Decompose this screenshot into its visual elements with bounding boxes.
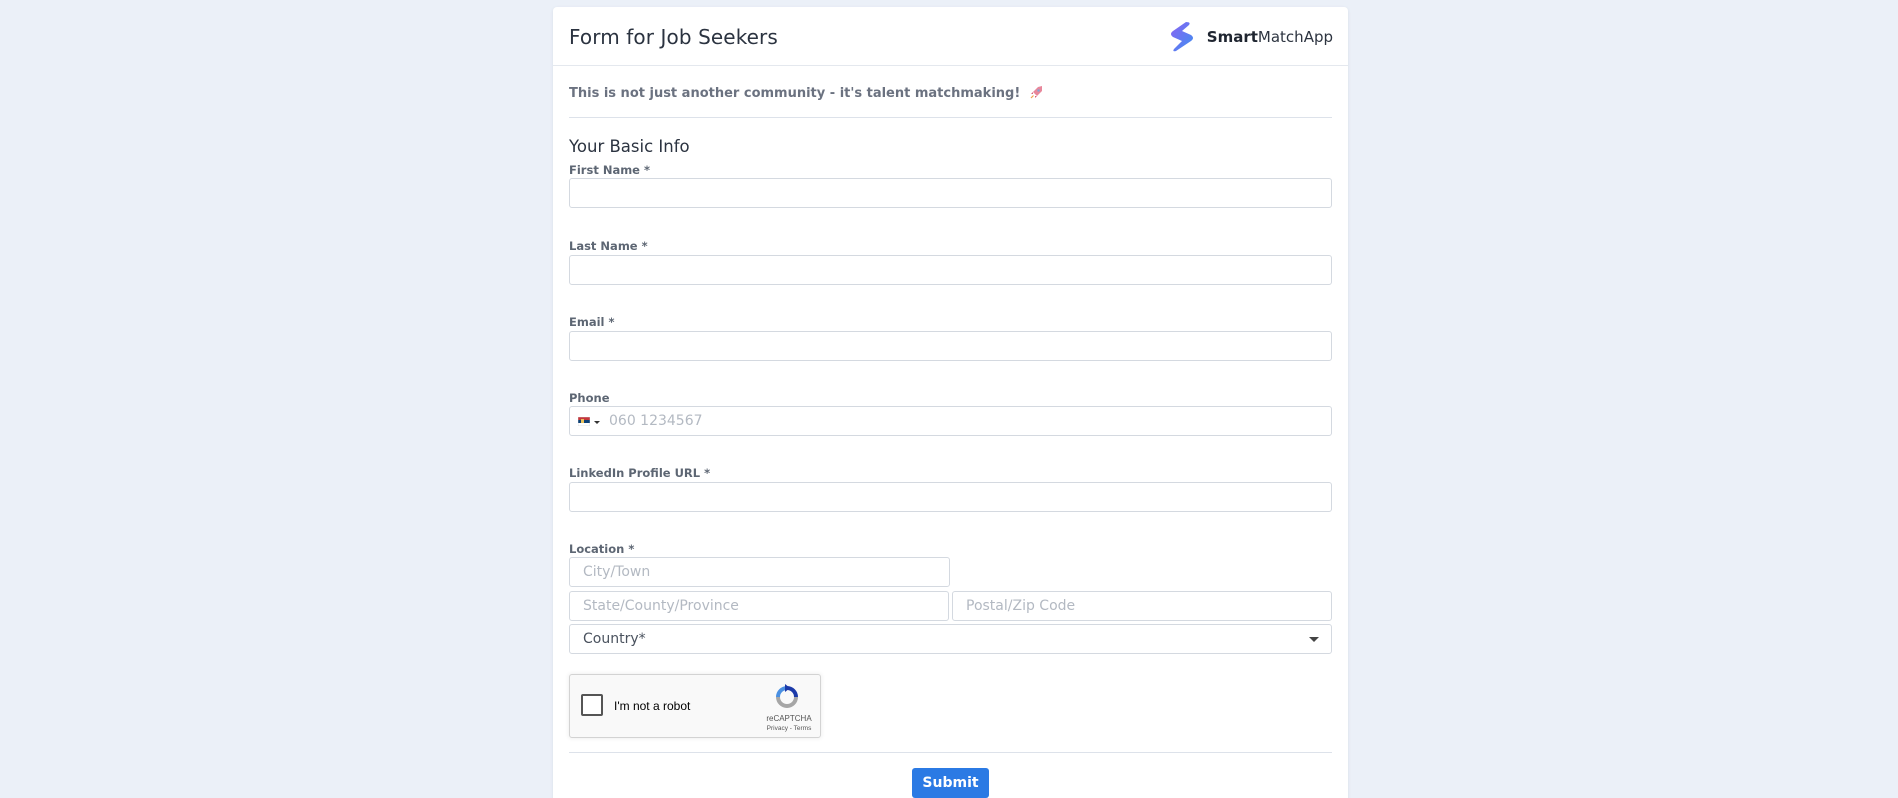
tagline-text: This is not just another community - it'…: [569, 86, 1025, 101]
brand-name: SmartMatchApp: [1207, 28, 1333, 46]
last-name-label-text: Last Name: [569, 239, 638, 253]
terms-link[interactable]: Terms: [794, 725, 812, 732]
privacy-link[interactable]: Privacy: [767, 725, 788, 732]
recaptcha-widget: I'm not a robot reCAPTCHA Privacy - Term…: [569, 674, 821, 738]
phone-label-text: Phone: [569, 391, 610, 405]
dropdown-caret-icon: [1309, 637, 1319, 642]
first-name-label-text: First Name: [569, 163, 640, 177]
phone-placeholder: 060 1234567: [609, 413, 703, 429]
email-label-text: Email: [569, 315, 605, 329]
email-input[interactable]: [569, 331, 1332, 361]
form-card: Form for Job Seekers SmartMatchApp This …: [553, 7, 1348, 798]
chevron-down-icon: [594, 421, 600, 424]
form-title: Form for Job Seekers: [569, 25, 778, 49]
brand: SmartMatchApp: [1164, 19, 1333, 55]
brand-name-bold: Smart: [1206, 28, 1258, 46]
country-code-dropdown[interactable]: [578, 416, 602, 428]
divider: [569, 752, 1332, 753]
postal-placeholder: Postal/Zip Code: [966, 598, 1076, 614]
recaptcha-icon: [776, 684, 798, 708]
required-marker: *: [644, 163, 651, 177]
phone-input[interactable]: 060 1234567: [569, 406, 1332, 436]
email-label: Email *: [569, 315, 615, 329]
required-marker: *: [704, 466, 711, 480]
state-placeholder: State/County/Province: [583, 598, 739, 614]
city-input[interactable]: City/Town: [569, 557, 950, 587]
smartmatch-logo-icon: [1170, 22, 1193, 52]
state-input[interactable]: State/County/Province: [569, 591, 949, 621]
recaptcha-label: I'm not a robot: [614, 699, 691, 713]
linkedin-url-input[interactable]: [569, 482, 1332, 512]
location-label: Location *: [569, 542, 634, 556]
country-select-value: Country*: [583, 631, 646, 647]
brand-name-rest: MatchApp: [1257, 28, 1333, 46]
divider: [569, 117, 1332, 118]
required-marker: *: [641, 239, 648, 253]
linkedin-label-text: LinkedIn Profile URL: [569, 466, 701, 480]
required-marker: *: [608, 315, 615, 329]
tagline: This is not just another community - it'…: [569, 85, 1044, 101]
required-marker: *: [628, 542, 635, 556]
first-name-input[interactable]: [569, 178, 1332, 208]
recaptcha-links: Privacy - Terms: [760, 725, 818, 732]
recaptcha-checkbox[interactable]: [581, 694, 603, 716]
section-title: Your Basic Info: [569, 137, 690, 156]
recaptcha-brand: reCAPTCHA: [766, 714, 812, 723]
rocket-icon: [1030, 86, 1042, 99]
last-name-input[interactable]: [569, 255, 1332, 285]
city-placeholder: City/Town: [583, 564, 651, 580]
form-header: Form for Job Seekers SmartMatchApp: [553, 7, 1348, 66]
phone-label: Phone: [569, 391, 610, 405]
serbia-flag-icon: [578, 417, 590, 426]
location-label-text: Location: [569, 542, 625, 556]
postal-code-input[interactable]: Postal/Zip Code: [952, 591, 1332, 621]
submit-button[interactable]: Submit: [912, 768, 989, 798]
first-name-label: First Name *: [569, 163, 650, 177]
country-select[interactable]: Country*: [569, 624, 1332, 654]
last-name-label: Last Name *: [569, 239, 648, 253]
linkedin-label: LinkedIn Profile URL *: [569, 466, 710, 480]
